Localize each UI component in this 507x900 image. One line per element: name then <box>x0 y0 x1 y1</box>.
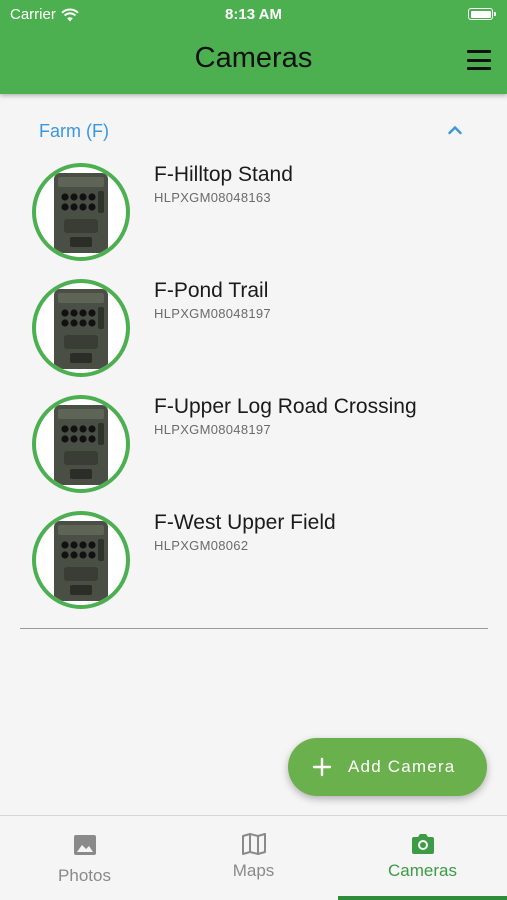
camera-row[interactable]: F-Pond Trail HLPXGM08048197 <box>20 279 488 383</box>
add-camera-label: Add Camera <box>348 757 456 776</box>
camera-thumbnail <box>32 511 130 609</box>
trail-camera-image <box>54 173 108 253</box>
active-tab-indicator <box>338 896 507 900</box>
tab-cameras[interactable]: Cameras <box>338 816 507 900</box>
section-divider <box>20 628 488 629</box>
camera-row[interactable]: F-Upper Log Road Crossing HLPXGM08048197 <box>20 395 488 499</box>
camera-serial: HLPXGM08048197 <box>154 422 271 437</box>
add-camera-button[interactable]: Add Camera <box>288 738 487 796</box>
camera-icon <box>412 834 434 854</box>
app-header: Carrier 8:13 AM Cameras <box>0 0 507 94</box>
camera-name: F-Pond Trail <box>154 279 269 302</box>
camera-row[interactable]: F-Hilltop Stand HLPXGM08048163 <box>20 163 488 267</box>
trail-camera-image <box>54 405 108 485</box>
plus-icon <box>312 757 332 777</box>
menu-button[interactable] <box>467 50 491 70</box>
hamburger-icon <box>467 50 491 53</box>
battery-icon <box>468 8 496 20</box>
tab-label: Photos <box>58 866 111 885</box>
tab-photos[interactable]: Photos <box>0 816 169 900</box>
trail-camera-image <box>54 521 108 601</box>
status-bar: Carrier 8:13 AM <box>0 0 507 28</box>
camera-serial: HLPXGM08048197 <box>154 306 271 321</box>
tab-label: Maps <box>232 861 275 880</box>
camera-thumbnail <box>32 163 130 261</box>
camera-name: F-West Upper Field <box>154 511 336 534</box>
camera-name: F-Hilltop Stand <box>154 163 293 186</box>
tab-maps[interactable]: Maps <box>169 816 338 900</box>
bottom-navigation: Photos Maps Cameras <box>0 815 507 900</box>
camera-thumbnail <box>32 279 130 377</box>
camera-serial: HLPXGM08062 <box>154 538 249 553</box>
trail-camera-image <box>54 289 108 369</box>
camera-thumbnail <box>32 395 130 493</box>
camera-serial: HLPXGM08048163 <box>154 190 271 205</box>
map-icon <box>242 833 266 855</box>
camera-row[interactable]: F-West Upper Field HLPXGM08062 <box>20 511 488 615</box>
chevron-up-icon[interactable] <box>448 125 462 135</box>
section-title: Farm (F) <box>39 121 109 141</box>
camera-name: F-Upper Log Road Crossing <box>154 395 417 418</box>
page-title: Cameras <box>194 42 313 74</box>
photo-icon <box>74 835 96 855</box>
tab-label: Cameras <box>388 861 457 880</box>
status-time: 8:13 AM <box>225 6 282 23</box>
farm-section-header[interactable]: Farm (F) <box>20 109 488 149</box>
